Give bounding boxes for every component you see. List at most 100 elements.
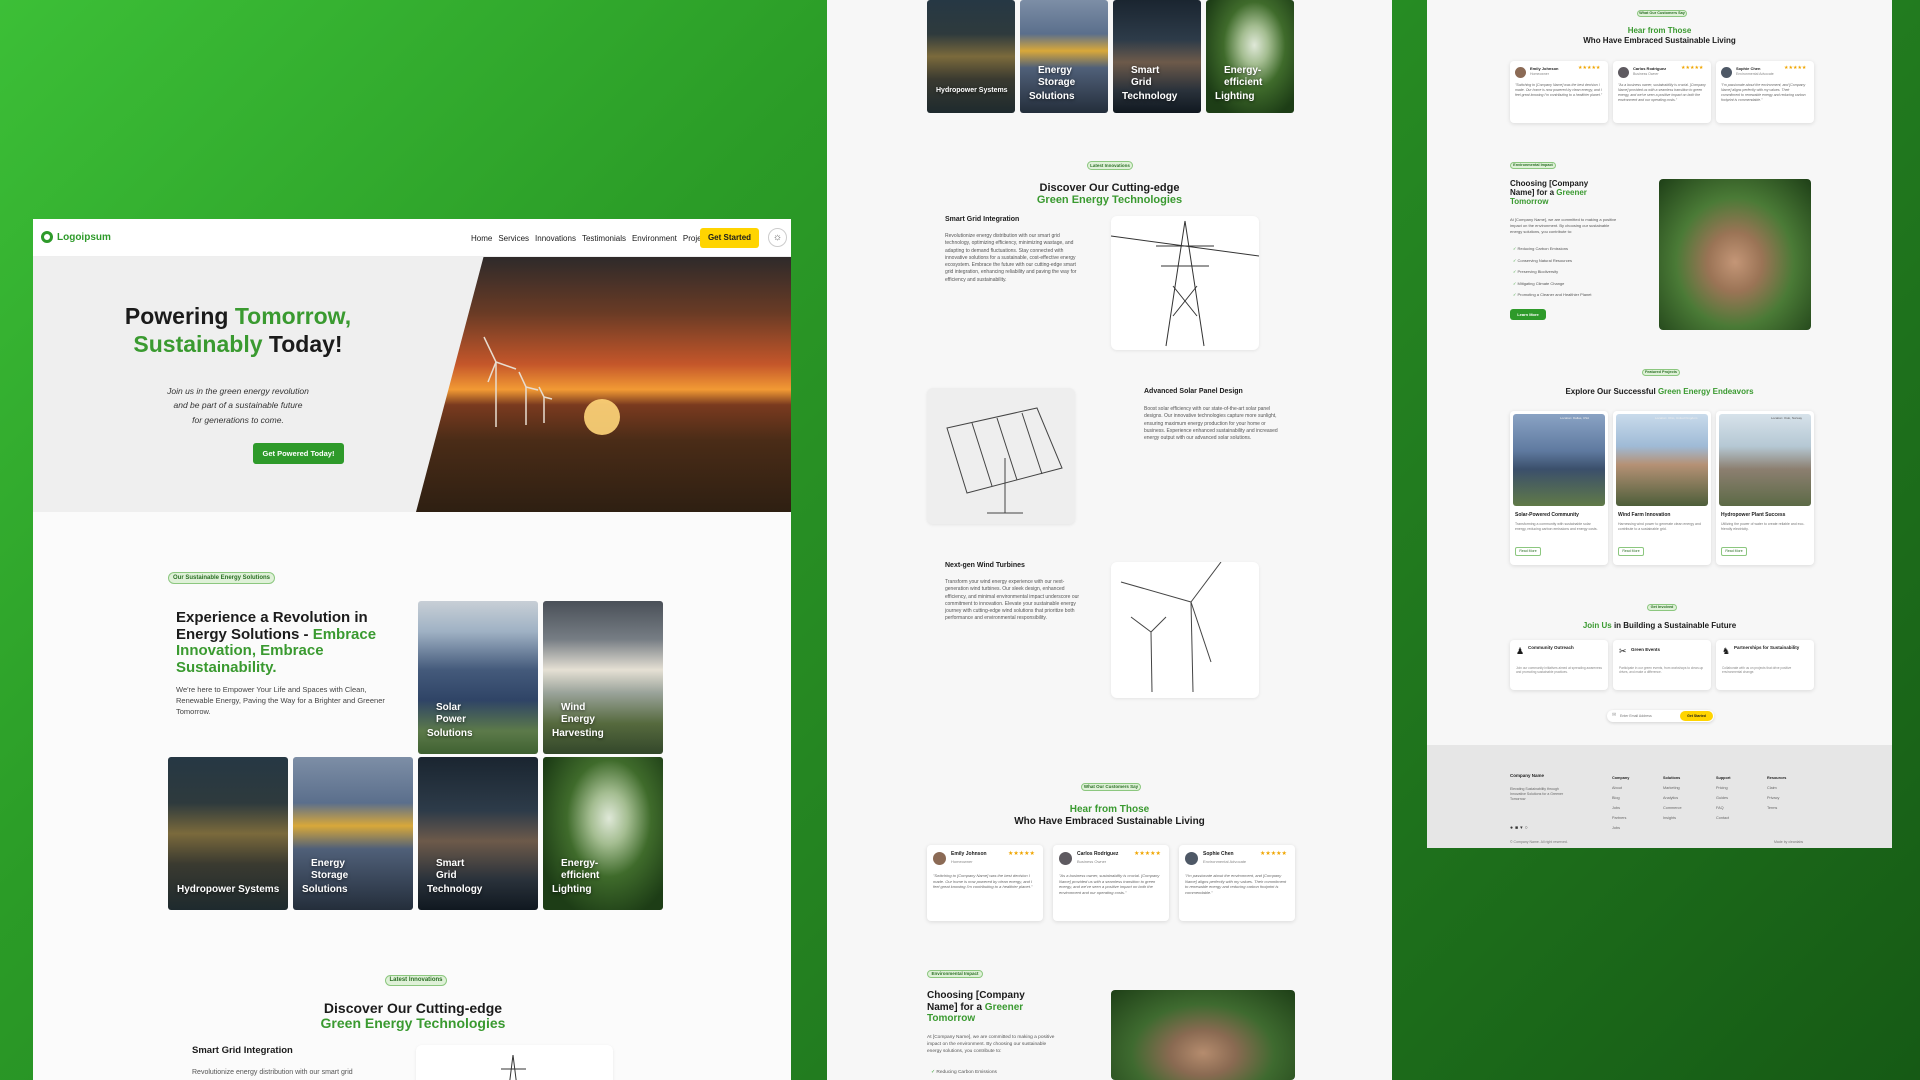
star-rating: ★★★★★ [1260,851,1287,857]
email-input[interactable] [1620,712,1675,720]
footer: Company Name Elevating Sustainability th… [1427,745,1892,848]
environment-badge: Environmental Impact [927,970,983,978]
star-rating: ★★★★★ [1134,851,1161,857]
hands-earth-image [1659,179,1811,330]
innovations-heading: Discover Our Cutting-edge Green Energy T… [320,1000,506,1032]
mail-icon: ✉ [1612,712,1617,718]
get-powered-button[interactable]: Get Powered Today! [253,443,344,464]
nav-home[interactable]: Home [471,234,492,243]
email-form: ✉ Get Started [1607,710,1714,722]
subscribe-button[interactable]: Get Started [1680,711,1713,721]
theme-toggle-button[interactable]: ☼ [768,228,787,247]
facebook-icon[interactable]: ● [1510,825,1513,831]
footer-col-support: Support Pricing Guides FAQ Contact [1716,776,1731,820]
avatar [1618,67,1629,78]
nav-testimonials[interactable]: Testimonials [582,234,626,243]
logo-text: Logoipsum [57,231,111,243]
footer-brand: Company Name [1510,773,1545,778]
community-icon: ♟ [1516,646,1525,656]
wind-turbine-icon [1120,561,1222,693]
project-card: Location: Oslo, Norway Hydropower Plant … [1716,411,1814,565]
innovation-item-text: Revolutionize energy distribution with o… [192,1069,353,1076]
nav-menu: Home Services Innovations Testimonials E… [471,234,712,243]
item-title: Smart Grid Integration [945,216,1020,223]
partnership-icon: ♞ [1722,646,1731,656]
tile-smart-grid[interactable]: Smart Grid Technology [418,757,538,910]
turbine-sketch-image [1111,561,1259,698]
learn-more-button[interactable]: Learn More [1510,309,1546,320]
testimonials-heading: Hear from Those Who Have Embraced Sustai… [1014,804,1205,827]
tile-efficient-lighting[interactable]: Energy-efficient Lighting [1206,0,1294,113]
item-text: Revolutionize energy distribution with o… [945,233,1077,283]
avatar [1515,67,1526,78]
get-started-button[interactable]: Get Started [700,228,759,248]
tile-hydropower[interactable]: Hydropower Systems [927,0,1015,113]
environment-text: At [Company Name], we are committed to m… [1510,217,1617,234]
nav-services[interactable]: Services [498,234,529,243]
footer-description: Elevating Sustainability through Innovat… [1510,787,1564,801]
tile-wind-energy[interactable]: Wind Energy Harvesting [543,601,663,754]
logo-icon [41,231,53,243]
tile-hydropower[interactable]: Hydropower Systems [168,757,288,910]
footer-col-resources: Resources Claim Privacy Terms [1767,776,1787,810]
testimonials-heading: Hear from Those Who Have Embraced Sustai… [1583,26,1736,45]
tile-smart-grid[interactable]: Smart Grid Technology [1113,0,1201,113]
innovation-item-title: Smart Grid Integration [192,1045,293,1056]
nav-innovations[interactable]: Innovations [535,234,576,243]
tile-efficient-lighting[interactable]: Energy-efficient Lighting [543,757,663,910]
testimonials-badge: What Our Customers Say [1637,10,1687,17]
avatar [933,852,946,865]
testimonials-badge: What Our Customers Say [1081,783,1141,791]
testimonial-card: Sophie Chen Environmental Advocate ★★★★★… [1716,61,1814,123]
project-image [1513,414,1605,506]
nav-environment[interactable]: Environment [632,234,677,243]
read-more-button[interactable]: Read More [1618,547,1644,556]
hero-subtitle: Join us in the green energy revolution a… [167,386,309,425]
read-more-button[interactable]: Read More [1515,547,1541,556]
projects-badge: Featured Projects [1642,369,1680,376]
social-icons: ● ■ ▾ ○ [1510,825,1528,831]
solutions-heading: Experience a Revolution in Energy Soluti… [176,609,377,676]
involvement-card[interactable]: ♞ Partnerships for Sustainability Collab… [1716,640,1814,690]
tile-energy-storage[interactable]: Energy Storage Solutions [293,757,413,910]
avatar [1059,852,1072,865]
instagram-icon[interactable]: ■ [1515,825,1518,831]
pylon-sketch-image [1110,216,1260,350]
read-more-button[interactable]: Read More [1721,547,1747,556]
avatar [1721,67,1732,78]
star-rating: ★★★★★ [1784,65,1807,71]
project-card: Location: Ohio, United Kingdom Wind Farm… [1613,411,1711,565]
twitter-icon[interactable]: ▾ [1520,825,1523,831]
wind-turbines-illustration [483,336,620,435]
solutions-badge: Our Sustainable Energy Solutions [168,572,275,584]
tile-solar-power[interactable]: Solar Power Solutions [418,601,538,754]
environment-heading: Choosing [Company Name] for a Greener To… [1510,179,1589,207]
involvement-card[interactable]: ♟ Community Outreach Join our community … [1510,640,1608,690]
innovations-badge: Latest Innovations [385,975,447,986]
projects-heading: Explore Our Successful Green Energy Ende… [1565,387,1754,396]
logo[interactable]: Logoipsum [41,231,111,243]
project-image [1719,414,1811,506]
testimonial-card: Emily Johnson Homeowner ★★★★★ "Switching… [927,845,1043,921]
project-card: Location: Dallas, USA Solar-Powered Comm… [1510,411,1608,565]
github-icon[interactable]: ○ [1525,825,1528,831]
page-preview-middle: Hydropower Systems Energy Storage Solutio… [827,0,1392,1080]
hero-image-sunset-wind [416,257,791,512]
copyright: © Company Name. All right reserved. [1510,840,1568,844]
testimonial-card: Sophie Chen Environmental Advocate ★★★★★… [1179,845,1295,921]
tile-energy-storage[interactable]: Energy Storage Solutions [1020,0,1108,113]
involvement-card[interactable]: ✂ Green Events Participate in our green … [1613,640,1711,690]
footer-col-solutions: Solutions Marketing Analytics Commerce Insi… [1663,776,1682,820]
innovations-badge: Latest Innovations [1087,161,1133,170]
pylon-icon [1110,220,1260,347]
sun-icon: ☼ [772,232,783,243]
environment-list-item: ✓ Reducing Carbon Emissions [931,1070,997,1075]
innovations-heading: Discover Our Cutting-edge Green Energy T… [1036,182,1183,207]
made-by: Made by cleanlabs [1774,840,1804,844]
project-image [1616,414,1708,506]
testimonial-card: Carlos Rodriguez Business Owner ★★★★★ "A… [1053,845,1169,921]
hero-section: Powering Tomorrow, Sustainably Today! Jo… [33,257,791,512]
hands-earth-image [1111,990,1295,1080]
testimonial-card: Carlos Rodriguez Business Owner ★★★★★ "A… [1613,61,1711,123]
star-rating: ★★★★★ [1008,851,1035,857]
